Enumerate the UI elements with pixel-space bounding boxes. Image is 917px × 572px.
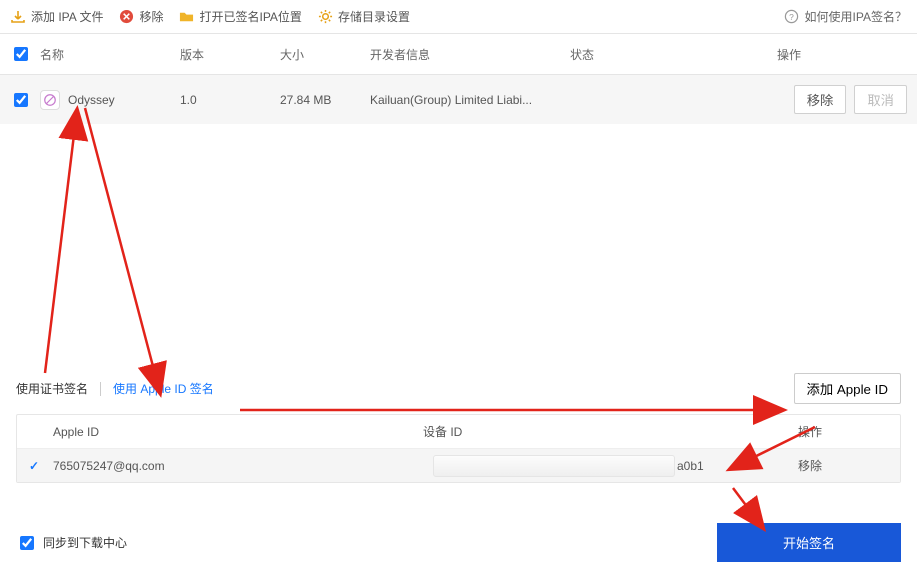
select-all-checkbox[interactable] [14,47,28,61]
add-ipa-button[interactable]: 添加 IPA 文件 [10,8,103,25]
download-icon [10,9,26,25]
sync-label: 同步到下载中心 [43,534,127,551]
sign-tabs: 使用证书签名 使用 Apple ID 签名 添加 Apple ID [16,373,901,404]
remove-label: 移除 [139,8,163,25]
add-ipa-label: 添加 IPA 文件 [31,8,103,25]
storage-settings-button[interactable]: 存储目录设置 [318,8,410,25]
remove-icon [119,9,134,24]
row-apple-id: 765075247@qq.com [53,459,423,473]
storage-settings-label: 存储目录设置 [338,8,410,25]
start-sign-button[interactable]: 开始签名 [717,523,901,562]
divider [100,382,101,396]
row-developer: Kailuan(Group) Limited Liabi... [370,93,570,107]
appleid-row[interactable]: ✓ 765075247@qq.com a0b1 移除 [17,449,900,482]
row-device-id: a0b1 [423,459,798,473]
remove-button[interactable]: 移除 [119,8,163,25]
tab-appleid[interactable]: 使用 Apple ID 签名 [113,380,214,397]
app-name: Odyssey [68,93,115,107]
help-icon: ? [784,9,799,24]
row-checkbox[interactable] [14,93,28,107]
row-cancel-button[interactable]: 取消 [854,85,907,114]
col-developer: 开发者信息 [370,46,570,63]
toolbar: 添加 IPA 文件 移除 打开已签名IPA位置 存储目录设置 ? 如何使用IPA… [0,0,917,34]
col-id-ops: 操作 [798,423,888,440]
col-apple-id: Apple ID [53,425,423,439]
col-state: 状态 [570,46,770,63]
open-location-label: 打开已签名IPA位置 [199,8,301,25]
svg-text:?: ? [789,12,794,22]
device-suffix: a0b1 [677,459,704,473]
signing-panel: 使用证书签名 使用 Apple ID 签名 添加 Apple ID Apple … [16,373,901,562]
row-remove-button[interactable]: 移除 [794,85,847,114]
table-row: Odyssey 1.0 27.84 MB Kailuan(Group) Limi… [0,75,917,124]
help-label: 如何使用IPA签名？ [805,8,907,25]
row-size: 27.84 MB [280,93,370,107]
appleid-header: Apple ID 设备 ID 操作 [17,415,900,449]
appleid-table: Apple ID 设备 ID 操作 ✓ 765075247@qq.com a0b… [16,414,901,483]
sync-checkbox[interactable]: 同步到下载中心 [16,533,127,553]
gear-icon [318,9,333,24]
tab-cert[interactable]: 使用证书签名 [16,380,88,397]
redacted-mask [433,455,675,477]
footer: 同步到下载中心 开始签名 [16,523,901,562]
col-device-id: 设备 ID [423,423,798,440]
table-header: 名称 版本 大小 开发者信息 状态 操作 [0,34,917,75]
sync-cb[interactable] [20,536,34,550]
col-version: 版本 [180,46,280,63]
help-link[interactable]: ? 如何使用IPA签名？ [784,8,907,25]
row-version: 1.0 [180,93,280,107]
row-id-remove[interactable]: 移除 [798,457,888,474]
check-icon: ✓ [29,459,45,473]
folder-icon [179,9,194,24]
col-size: 大小 [280,46,370,63]
col-ops: 操作 [777,46,907,63]
app-icon [40,90,60,110]
col-name: 名称 [40,46,180,63]
open-location-button[interactable]: 打开已签名IPA位置 [179,8,301,25]
add-appleid-button[interactable]: 添加 Apple ID [794,373,901,404]
